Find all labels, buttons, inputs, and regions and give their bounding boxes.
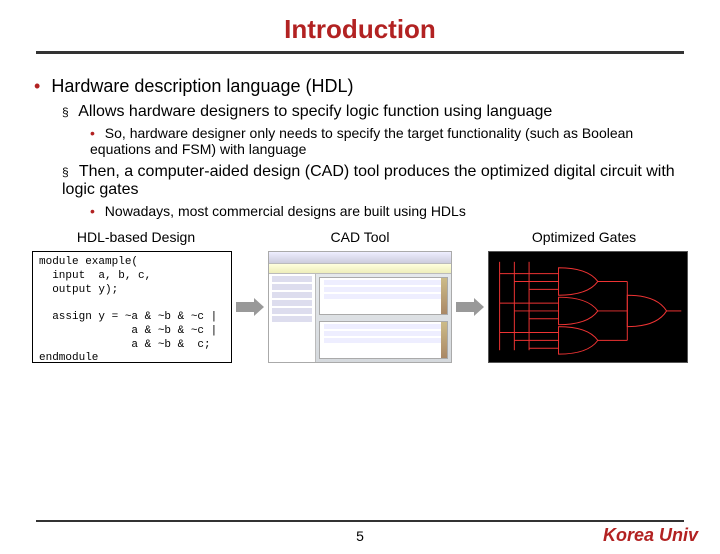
- bullet-icon: •: [34, 76, 40, 96]
- bullet-level3: • So, hardware designer only needs to sp…: [90, 125, 694, 157]
- bullet-level2: § Allows hardware designers to specify l…: [62, 103, 694, 121]
- bullet-level2: § Then, a computer-aided design (CAD) to…: [62, 163, 694, 199]
- cad-tool-screenshot: [268, 251, 452, 363]
- bullet-text: Then, a computer-aided design (CAD) tool…: [62, 163, 675, 198]
- figure-labels-row: HDL-based Design CAD Tool Optimized Gate…: [36, 229, 684, 245]
- bullet-icon: §: [62, 165, 69, 179]
- bullet-icon: •: [90, 125, 95, 141]
- slide-title: Introduction: [0, 14, 720, 45]
- bullet-text: So, hardware designer only needs to spec…: [90, 125, 633, 157]
- bullet-icon: §: [62, 105, 69, 119]
- bullet-text: Hardware description language (HDL): [51, 76, 353, 96]
- figure-row: module example( input a, b, c, output y)…: [32, 247, 688, 367]
- arrow-right-icon: [236, 298, 264, 316]
- label-cad: CAD Tool: [236, 229, 484, 245]
- bullet-level3: • Nowadays, most commercial designs are …: [90, 203, 694, 219]
- footer-divider: [36, 520, 684, 522]
- label-hdl: HDL-based Design: [36, 229, 236, 245]
- bullet-level1: • Hardware description language (HDL): [34, 76, 694, 97]
- arrow-right-icon: [456, 298, 484, 316]
- bullet-text: Allows hardware designers to specify log…: [78, 103, 552, 120]
- hdl-code-box: module example( input a, b, c, output y)…: [32, 251, 232, 363]
- bullet-icon: •: [90, 203, 95, 219]
- label-gates: Optimized Gates: [484, 229, 684, 245]
- optimized-gates-schematic: [488, 251, 688, 363]
- bullet-text: Nowadays, most commercial designs are bu…: [105, 203, 466, 219]
- slide-body: • Hardware description language (HDL) § …: [0, 54, 720, 367]
- footer-brand: Korea Univ: [603, 525, 698, 546]
